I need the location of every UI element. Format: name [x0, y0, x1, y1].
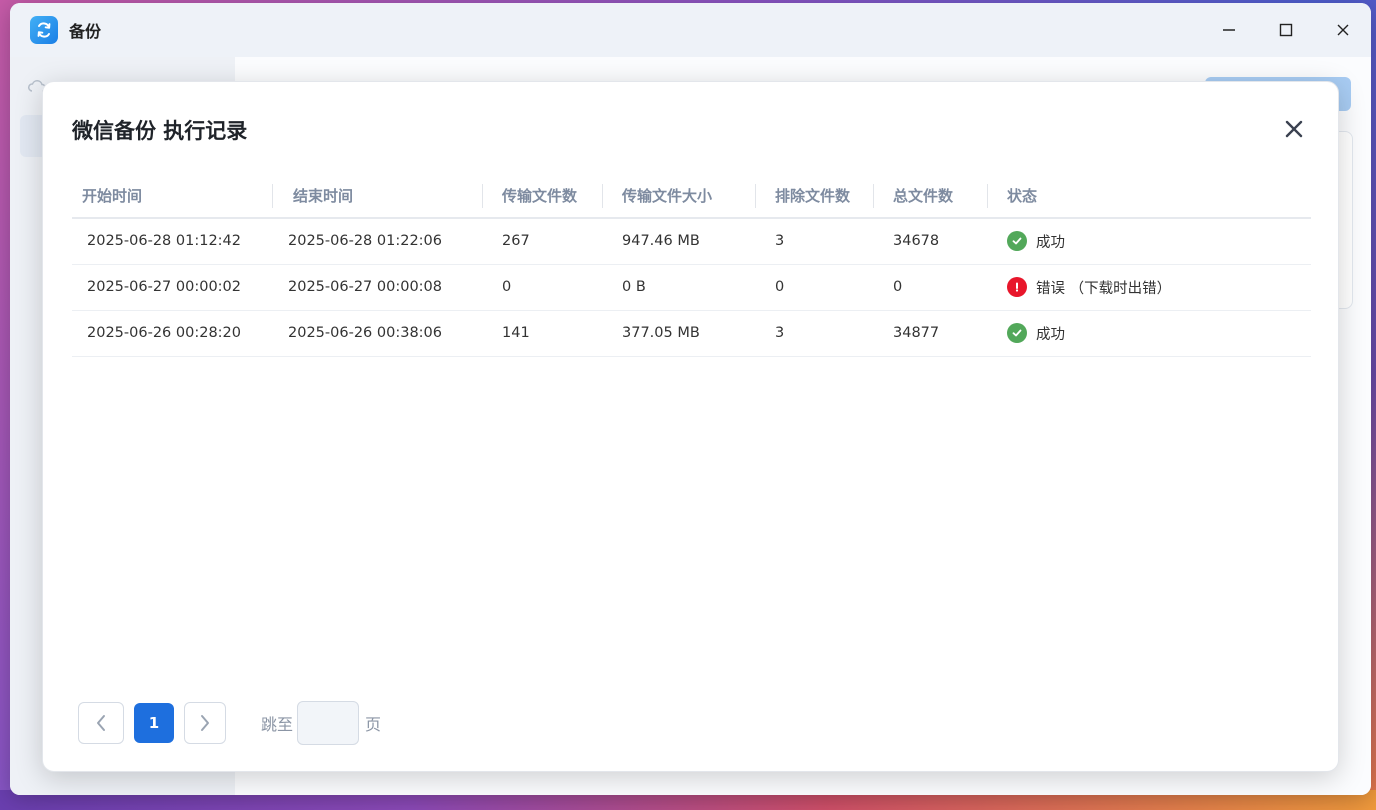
next-page-button[interactable] [184, 702, 226, 744]
table-header-row: 开始时间 结束时间 传输文件数 传输文件大小 排除文件数 总文件数 状态 [72, 174, 1311, 219]
column-header[interactable]: 状态 [988, 174, 1311, 219]
end-time-cell: 2025-06-28 01:22:06 [273, 218, 483, 265]
close-icon [1285, 120, 1303, 138]
total-count-cell: 34877 [874, 310, 988, 357]
jump-page-input[interactable] [297, 701, 360, 745]
status-text: 成功 [1036, 234, 1065, 251]
jump-label: 跳至 [261, 715, 294, 734]
sync-icon [30, 16, 58, 44]
total-count-cell: 0 [874, 264, 988, 311]
window-title: 备份 [69, 22, 102, 41]
chevron-right-icon [201, 715, 209, 731]
dialog-close-button[interactable] [1280, 115, 1308, 143]
prev-page-button[interactable] [78, 702, 124, 744]
status-cell: 成功 [988, 310, 1311, 357]
check-circle-icon [1007, 323, 1027, 343]
status-cell: 错误 （下载时出错） [988, 264, 1311, 311]
total-count-cell: 34678 [874, 218, 988, 265]
end-time-cell: 2025-06-26 00:38:06 [273, 310, 483, 357]
transferred-size-cell: 947.46 MB [603, 218, 756, 265]
minimize-icon [1222, 29, 1235, 31]
maximize-button[interactable] [1257, 3, 1314, 57]
table-row[interactable]: 2025-06-28 01:12:42 2025-06-28 01:22:06 … [72, 218, 1311, 265]
transferred-count-cell: 267 [483, 218, 603, 265]
column-header[interactable]: 传输文件大小 [603, 174, 756, 219]
start-time-cell: 2025-06-28 01:12:42 [72, 218, 273, 265]
transferred-count-cell: 0 [483, 264, 603, 311]
window-controls [1200, 3, 1371, 57]
status-cell: 成功 [988, 218, 1311, 265]
alert-circle-icon [1007, 277, 1027, 297]
status-text: 错误 （下载时出错） [1036, 280, 1172, 297]
minimize-button[interactable] [1200, 3, 1257, 57]
column-header[interactable]: 排除文件数 [756, 174, 874, 219]
excluded-count-cell: 3 [756, 310, 874, 357]
excluded-count-cell: 3 [756, 218, 874, 265]
table-row[interactable]: 2025-06-27 00:00:02 2025-06-27 00:00:08 … [72, 264, 1311, 311]
excluded-count-cell: 0 [756, 264, 874, 311]
dialog-title: 微信备份 执行记录 [72, 119, 248, 143]
column-header[interactable]: 总文件数 [874, 174, 988, 219]
current-page-button[interactable]: 1 [134, 703, 174, 743]
transferred-count-cell: 141 [483, 310, 603, 357]
close-icon [1337, 24, 1348, 36]
end-time-cell: 2025-06-27 00:00:08 [273, 264, 483, 311]
table-row[interactable]: 2025-06-26 00:28:20 2025-06-26 00:38:06 … [72, 310, 1311, 357]
start-time-cell: 2025-06-26 00:28:20 [72, 310, 273, 357]
title-bar: 备份 [10, 3, 1371, 57]
execution-record-dialog: 微信备份 执行记录 开始时间 结束时间 传输文件数 传输文件大小 排除文件数 总… [42, 81, 1339, 772]
pagination: 1 跳至 页 [78, 701, 381, 745]
records-table: 开始时间 结束时间 传输文件数 传输文件大小 排除文件数 总文件数 状态 202… [72, 174, 1311, 357]
maximize-icon [1279, 23, 1292, 37]
start-time-cell: 2025-06-27 00:00:02 [72, 264, 273, 311]
transferred-size-cell: 0 B [603, 264, 756, 311]
column-header[interactable]: 传输文件数 [483, 174, 603, 219]
chevron-left-icon [97, 715, 105, 731]
window-close-button[interactable] [1314, 3, 1371, 57]
transferred-size-cell: 377.05 MB [603, 310, 756, 357]
check-circle-icon [1007, 231, 1027, 252]
column-header[interactable]: 结束时间 [273, 174, 483, 219]
status-text: 成功 [1036, 326, 1065, 343]
column-header[interactable]: 开始时间 [72, 174, 273, 219]
jump-suffix: 页 [365, 715, 382, 734]
